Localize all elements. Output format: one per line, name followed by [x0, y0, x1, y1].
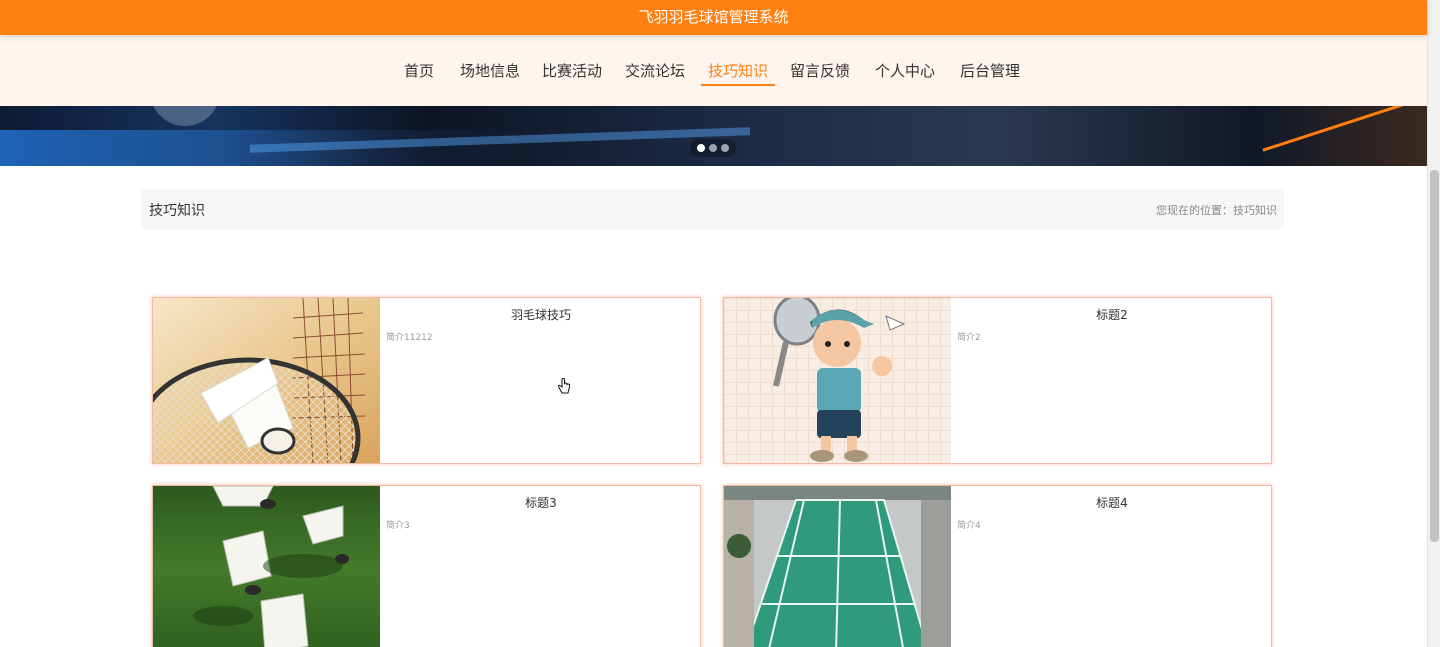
site-title: 飞羽羽毛球馆管理系统: [638, 8, 789, 26]
breadcrumb-location: 您现在的位置：技巧知识: [1156, 204, 1277, 217]
page: 飞羽羽毛球馆管理系统 首页 场地信息 比赛活动 交流论坛 技巧知识 留言反馈 个…: [0, 0, 1440, 647]
article-title: 羽毛球技巧: [510, 308, 571, 322]
shuttlecock-racket-image[interactable]: [153, 298, 380, 463]
article-intro: 简介3: [386, 521, 410, 531]
article-card[interactable]: 羽毛球技巧 简介11212: [152, 297, 701, 464]
nav-item-profile[interactable]: 个人中心: [875, 59, 935, 89]
article-card[interactable]: 标题2 简介2: [723, 297, 1272, 464]
nav-item-venue-info[interactable]: 场地信息: [460, 59, 520, 89]
article-card[interactable]: 标题4 简介4: [723, 485, 1272, 647]
page-title: 技巧知识: [149, 203, 205, 219]
article-intro: 简介2: [957, 333, 981, 343]
page-scrollbar[interactable]: [1427, 0, 1440, 647]
article-intro: 简介11212: [386, 333, 433, 343]
article-title: 标题2: [1096, 308, 1128, 322]
carousel-dot-3[interactable]: [721, 144, 729, 152]
nav-item-feedback[interactable]: 留言反馈: [790, 59, 850, 89]
cartoon-player-image[interactable]: [724, 298, 951, 463]
nav-item-skills[interactable]: 技巧知识: [700, 59, 776, 89]
article-title: 标题4: [1096, 496, 1128, 510]
scrollbar-thumb[interactable]: [1430, 170, 1439, 542]
carousel-indicators: [690, 139, 736, 157]
banner-carousel: [0, 106, 1427, 166]
nav-item-competitions[interactable]: 比赛活动: [542, 59, 602, 89]
article-title: 标题3: [525, 496, 557, 510]
carousel-dot-2[interactable]: [709, 144, 717, 152]
nav-item-home[interactable]: 首页: [404, 59, 434, 89]
breadcrumb: 技巧知识 您现在的位置：技巧知识: [141, 189, 1284, 229]
nav-item-admin[interactable]: 后台管理: [960, 59, 1020, 89]
main-nav: 首页 场地信息 比赛活动 交流论坛 技巧知识 留言反馈 个人中心 后台管理: [0, 35, 1427, 106]
site-title-bar: 飞羽羽毛球馆管理系统: [0, 0, 1427, 35]
hand-cursor-icon: [557, 377, 571, 400]
shuttlecocks-grass-image[interactable]: [153, 486, 380, 647]
article-intro: 简介4: [957, 521, 981, 531]
carousel-dot-1[interactable]: [697, 144, 705, 152]
article-card[interactable]: 标题3 简介3: [152, 485, 701, 647]
badminton-court-image[interactable]: [724, 486, 951, 647]
nav-item-forum[interactable]: 交流论坛: [625, 59, 685, 89]
